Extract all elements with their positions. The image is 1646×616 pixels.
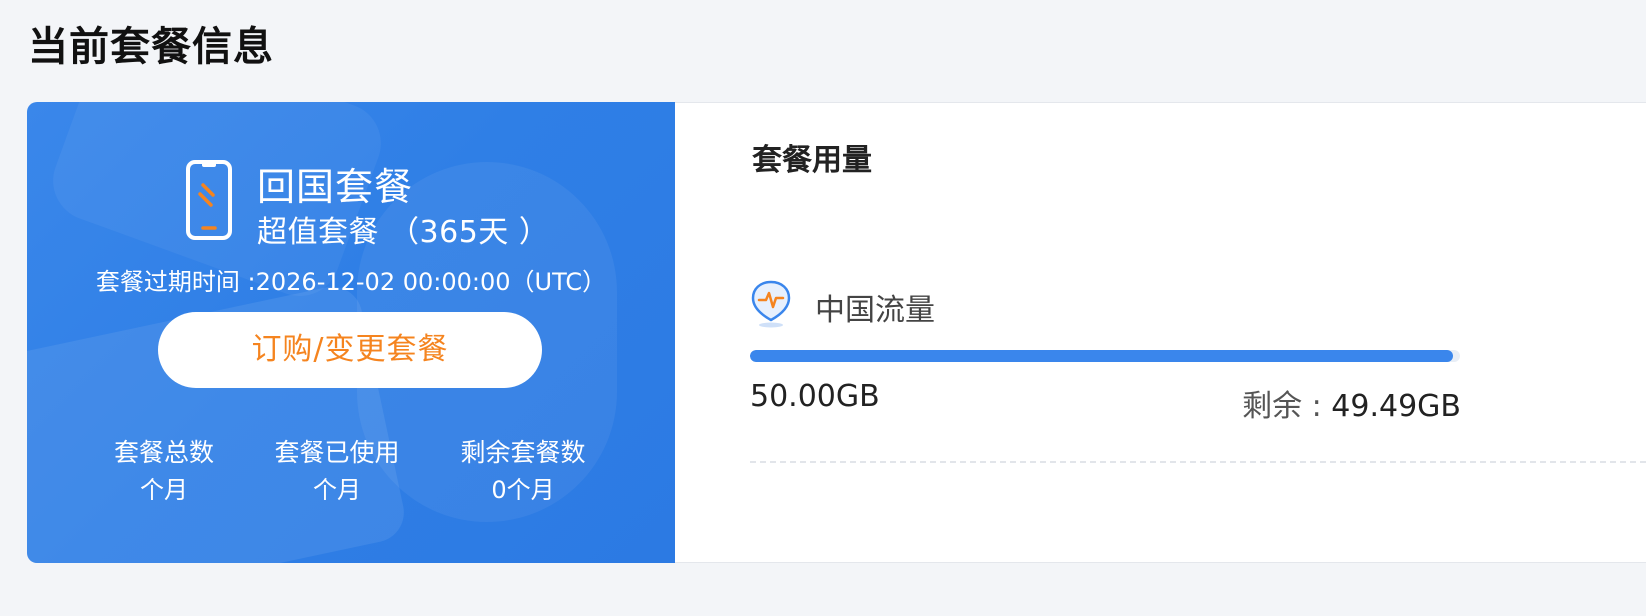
page-title: 当前套餐信息 [28,24,274,70]
traffic-progress-fill [750,350,1453,362]
phone-icon [186,160,232,240]
remaining-value: 49.49GB [1331,389,1461,424]
traffic-label: 中国流量 [815,293,935,328]
stat-value: 个月 [140,476,188,504]
usage-title: 套餐用量 [752,143,872,178]
plan-subtitle: 超值套餐 （365天 ） [257,215,550,250]
traffic-shield-icon [751,280,791,328]
current-plan-card: 回国套餐 超值套餐 （365天 ） 套餐过期时间 :2026-12-02 00:… [27,102,1646,563]
usage-panel: 套餐用量 中国流量 50.00GB 剩余 : 49.49GB [675,102,1646,563]
plan-stats: 套餐总数 个月 套餐已使用 个月 剩余套餐数 0个月 [27,436,675,516]
dashed-divider [750,461,1646,463]
stat-label: 套餐总数 [113,438,214,467]
remaining-label: 剩余 : [1242,389,1332,424]
change-plan-button[interactable]: 订购/变更套餐 [158,312,542,388]
stat-value: 0个月 [491,476,555,504]
plan-name: 回国套餐 [257,165,414,209]
stat-value: 个月 [313,476,361,504]
stat-label: 套餐已使用 [274,438,400,467]
stat-label: 剩余套餐数 [460,438,586,467]
plan-expiry-time: 套餐过期时间 :2026-12-02 00:00:00（UTC） [95,268,607,296]
stat-used-plans: 套餐已使用 个月 [252,436,422,510]
stat-remaining-plans: 剩余套餐数 0个月 [438,436,608,510]
traffic-total: 50.00GB [750,379,880,414]
traffic-progress-bar [750,350,1460,362]
traffic-remaining: 剩余 : 49.49GB [1242,381,1461,425]
plan-summary-panel: 回国套餐 超值套餐 （365天 ） 套餐过期时间 :2026-12-02 00:… [27,102,689,563]
stat-total-plans: 套餐总数 个月 [79,436,249,510]
